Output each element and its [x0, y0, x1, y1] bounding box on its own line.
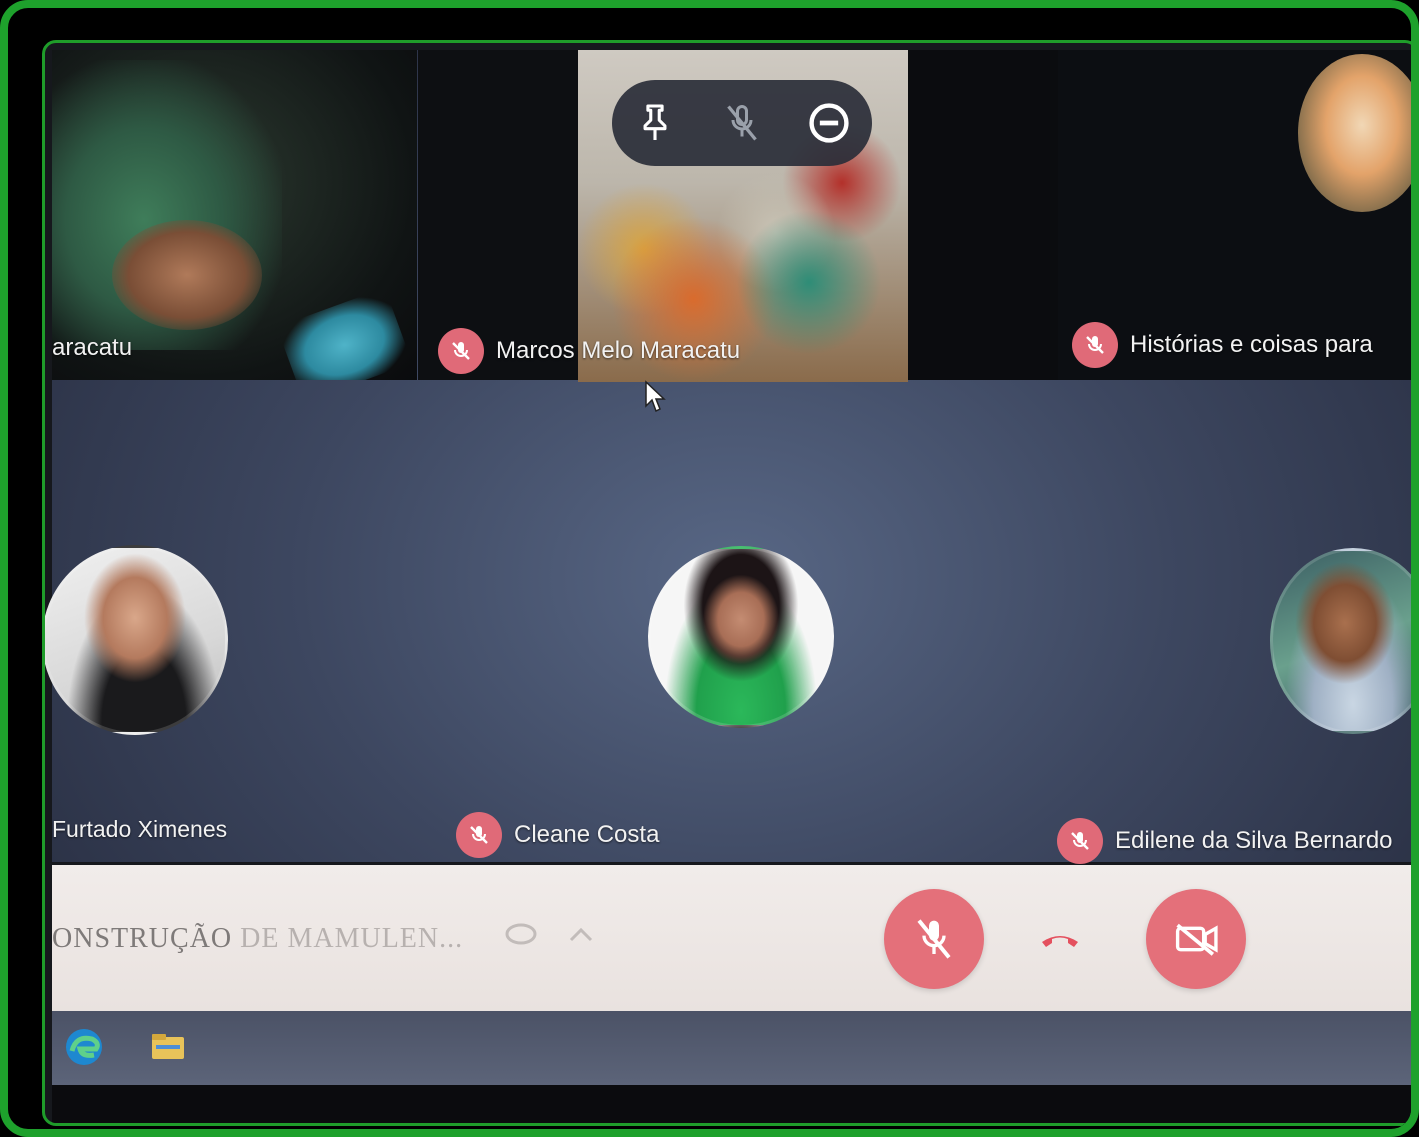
- pin-icon: [643, 104, 667, 140]
- hang-up-button[interactable]: [1036, 919, 1084, 959]
- edge-icon[interactable]: [62, 1025, 106, 1069]
- video-tile-left[interactable]: [52, 50, 417, 380]
- participant-avatar: [1298, 54, 1411, 212]
- chat-icon[interactable]: [504, 923, 538, 947]
- remove-participant-button[interactable]: [801, 95, 857, 151]
- mic-off-icon: [727, 104, 757, 141]
- chevron-up-icon[interactable]: [568, 926, 594, 944]
- tile-name-right: Histórias e coisas para: [1072, 322, 1373, 368]
- participant-label-right: Edilene da Silva Bernardo: [1057, 818, 1393, 864]
- tile-hover-controls: [612, 80, 872, 166]
- screen-bezel: [52, 1085, 1411, 1123]
- muted-icon: [1072, 322, 1118, 368]
- remove-icon: [809, 103, 849, 143]
- camera-toggle-button[interactable]: [1146, 889, 1246, 989]
- screen: aracatu Marcos Melo Maracatu Histórias e…: [42, 40, 1411, 1126]
- hang-up-icon: [1042, 936, 1078, 947]
- camera-off-icon: [1175, 923, 1218, 956]
- participant-avatar[interactable]: [45, 545, 228, 735]
- meeting-title[interactable]: ONSTRUÇÃO DE MAMULEN...: [52, 923, 463, 955]
- mouse-cursor-icon: [645, 380, 666, 413]
- green-frame: aracatu Marcos Melo Maracatu Histórias e…: [0, 0, 1419, 1137]
- file-explorer-icon[interactable]: [146, 1025, 190, 1069]
- muted-icon: [456, 812, 502, 858]
- participant-video-detail: [276, 287, 413, 380]
- meeting-title-text: ONSTRUÇÃO: [52, 923, 233, 954]
- pin-button[interactable]: [627, 95, 683, 151]
- participant-name: Cleane Costa: [514, 821, 660, 848]
- meeting-title-blurred: DE MAMULEN...: [240, 923, 464, 954]
- microphone-toggle-button[interactable]: [884, 889, 984, 989]
- meeting-details-controls: [504, 923, 594, 947]
- video-tile-spacer: [908, 50, 1058, 380]
- mic-off-icon: [917, 919, 951, 959]
- tile-name-left: aracatu: [52, 334, 132, 362]
- participant-name: Furtado Ximenes: [52, 816, 228, 842]
- windows-taskbar: [52, 1011, 1411, 1085]
- participant-label-left: Furtado Ximenes: [52, 816, 227, 843]
- muted-icon: [1057, 818, 1103, 864]
- participant-avatar[interactable]: [648, 546, 834, 728]
- participant-video-detail: [112, 220, 262, 330]
- muted-icon: [438, 328, 484, 374]
- participant-name: Edilene da Silva Bernardo: [1115, 827, 1393, 854]
- participant-avatar[interactable]: [1270, 548, 1411, 734]
- participant-name: Histórias e coisas para: [1130, 331, 1373, 358]
- meeting-control-bar: ONSTRUÇÃO DE MAMULEN...: [52, 865, 1411, 1011]
- participant-label-center: Cleane Costa: [456, 812, 659, 858]
- participant-name: aracatu: [52, 334, 133, 361]
- video-call-grid: aracatu Marcos Melo Maracatu Histórias e…: [45, 50, 1411, 864]
- participant-name: Marcos Melo Maracatu: [496, 337, 741, 364]
- mute-participant-button[interactable]: [714, 95, 770, 151]
- tile-name-center: Marcos Melo Maracatu: [438, 328, 740, 374]
